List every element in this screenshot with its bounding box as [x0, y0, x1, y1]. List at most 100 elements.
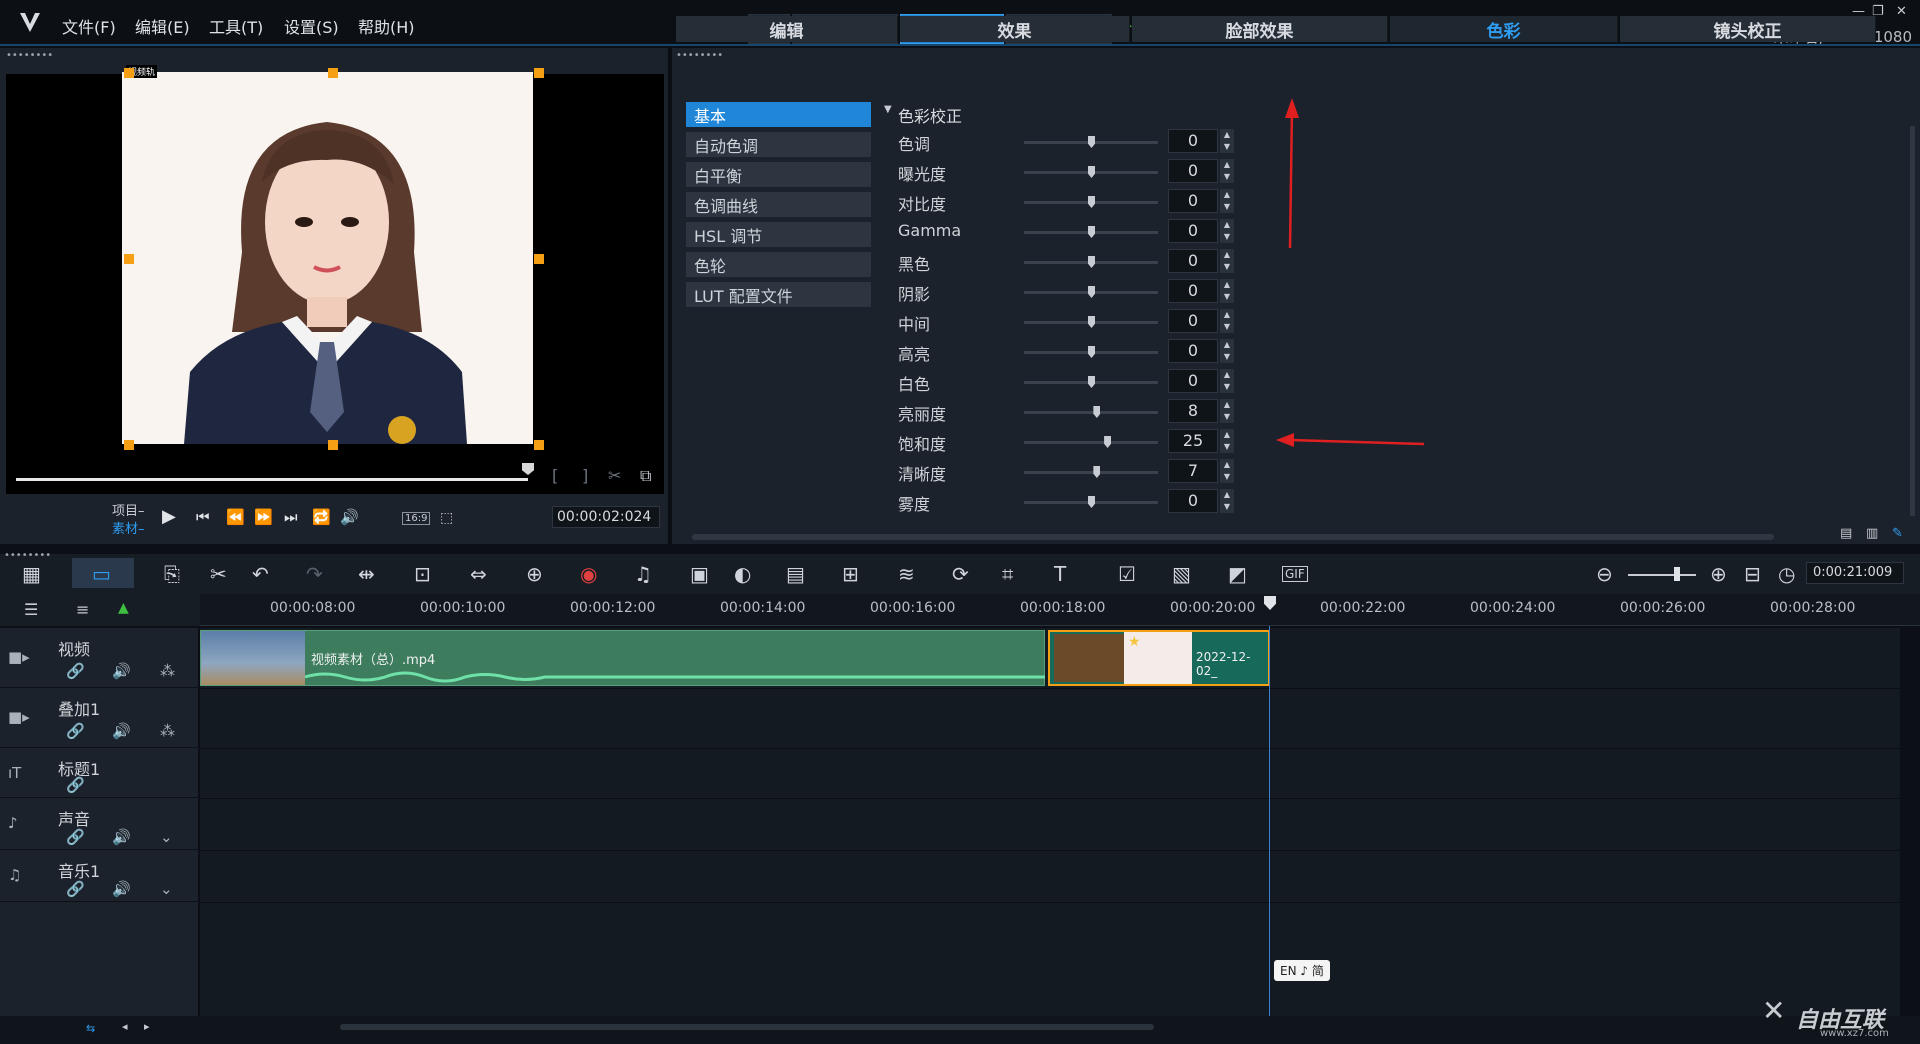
mark-out-icon[interactable]: ]	[582, 466, 588, 485]
slider-thumb[interactable]	[1088, 166, 1095, 178]
spin-button[interactable]: ▲ ▼	[1220, 459, 1234, 483]
crop-icon[interactable]: ⬚	[440, 510, 453, 526]
slider-value-field[interactable]: 7	[1168, 459, 1218, 483]
play-icon[interactable]: ▶	[162, 506, 176, 527]
clip-label[interactable]: 素材–	[112, 518, 145, 537]
mask-icon[interactable]: ▧	[1172, 562, 1191, 586]
link-icon[interactable]: 🔗	[66, 828, 85, 846]
slider-value-field[interactable]: 0	[1168, 369, 1218, 393]
timecode-field[interactable]: 00:00:02:024	[552, 506, 660, 528]
tools-icon[interactable]: ✂	[210, 562, 227, 586]
close-icon[interactable]: ✕	[1896, 4, 1907, 19]
layout-icon[interactable]: ▥	[1866, 526, 1878, 541]
slider-value-field[interactable]: 0	[1168, 279, 1218, 303]
slider-value-field[interactable]: 0	[1168, 189, 1218, 213]
resize-handle[interactable]	[328, 68, 338, 78]
category-basic[interactable]: 基本	[686, 102, 871, 127]
rotate-icon[interactable]: ⟳	[952, 562, 969, 586]
tab-face-effects[interactable]: 脸部效果	[1132, 16, 1388, 42]
volume-icon[interactable]: 🔊	[340, 508, 359, 526]
slider-track[interactable]	[1024, 256, 1158, 268]
undo-icon[interactable]: ↶	[252, 562, 269, 586]
slider-value-field[interactable]: 0	[1168, 159, 1218, 183]
spin-button[interactable]: ▲ ▼	[1220, 129, 1234, 153]
zoom-slider[interactable]	[1628, 574, 1696, 576]
gif-icon[interactable]: GIF	[1282, 566, 1308, 582]
resize-handle[interactable]	[534, 440, 544, 450]
slider-value-field[interactable]: 0	[1168, 489, 1218, 513]
track-icon[interactable]: ⌗	[1002, 562, 1013, 586]
spin-button[interactable]: ▲ ▼	[1220, 339, 1234, 363]
slider-thumb[interactable]	[1093, 406, 1101, 418]
track-music[interactable]: ♫ 音乐1 🔗 🔊 ⌄	[0, 850, 198, 902]
resize-handle[interactable]	[124, 254, 134, 264]
slider-value-field[interactable]: 25	[1168, 429, 1218, 453]
slider-track[interactable]	[1024, 436, 1158, 448]
resize-handle[interactable]	[534, 254, 544, 264]
3d-title-icon[interactable]: T	[1054, 562, 1066, 586]
slider-track[interactable]	[1024, 196, 1158, 208]
slider-thumb[interactable]	[1088, 316, 1095, 328]
zoom-thumb[interactable]	[1674, 567, 1680, 581]
track-height-icon[interactable]: ⇆	[86, 1022, 95, 1035]
blend-icon[interactable]: ◐	[734, 562, 751, 586]
spin-button[interactable]: ▲ ▼	[1220, 249, 1234, 273]
slider-track[interactable]	[1024, 166, 1158, 178]
track-overlay[interactable]: ■▸ 叠加1 🔗 🔊 ⁂	[0, 688, 198, 748]
film-icon[interactable]: ▣	[690, 562, 709, 586]
slider-track[interactable]	[1024, 136, 1158, 148]
spin-button[interactable]: ▲ ▼	[1220, 159, 1234, 183]
crop-tool-icon[interactable]: ⊕	[526, 562, 543, 586]
grid-icon[interactable]: ⊞	[842, 562, 859, 586]
spin-button[interactable]: ▲ ▼	[1220, 219, 1234, 243]
title-icon[interactable]: ▤	[786, 562, 805, 586]
slider-value-field[interactable]: 0	[1168, 309, 1218, 333]
spin-button[interactable]: ▲ ▼	[1220, 279, 1234, 303]
zoom-out-icon[interactable]: ⊖	[1596, 562, 1613, 586]
fit-icon[interactable]: ⇹	[358, 562, 375, 586]
menu-file[interactable]: 文件(F)	[62, 14, 116, 38]
menu-edit[interactable]: 编辑(E)	[135, 14, 190, 38]
split-icon[interactable]: ⇔	[470, 562, 487, 586]
record-icon[interactable]: ◉	[580, 562, 597, 586]
ime-indicator[interactable]: EN ♪ 简	[1274, 960, 1330, 981]
link-icon[interactable]: 🔗	[66, 662, 85, 680]
color-grade-icon[interactable]: ◩	[1228, 562, 1247, 586]
duration-field[interactable]: 0:00:21:009	[1806, 562, 1904, 584]
menu-settings[interactable]: 设置(S)	[284, 14, 339, 38]
resize-handle[interactable]	[534, 68, 544, 78]
scrub-bar[interactable]	[16, 478, 528, 481]
video-clip[interactable]: 视频素材（总）.mp4	[200, 630, 1045, 686]
spin-button[interactable]: ▲ ▼	[1220, 369, 1234, 393]
slider-thumb[interactable]	[1088, 496, 1095, 508]
add-track-icon[interactable]: ▲	[118, 600, 129, 616]
scroll-left-icon[interactable]: ◂	[122, 1020, 128, 1033]
link-icon[interactable]: 🔗	[66, 776, 85, 794]
slider-thumb[interactable]	[1093, 466, 1101, 478]
track-title[interactable]: ıT 标题1 🔗	[0, 748, 198, 798]
copy-icon[interactable]: ⧉	[640, 466, 651, 486]
tab-color[interactable]: 色彩	[1390, 16, 1618, 42]
track-manager-icon[interactable]: ☰	[24, 600, 38, 619]
slider-value-field[interactable]: 0	[1168, 249, 1218, 273]
audio-icon[interactable]: ♫	[634, 562, 652, 586]
tab-effects[interactable]: 效果	[900, 16, 1130, 42]
layout-icon[interactable]: ▤	[1840, 526, 1852, 541]
spin-button[interactable]: ▲ ▼	[1220, 429, 1234, 453]
vertical-scrollbar[interactable]	[1910, 126, 1915, 516]
slider-thumb[interactable]	[1088, 346, 1095, 358]
expand-icon[interactable]: ⌄	[160, 880, 173, 898]
slider-thumb[interactable]	[1088, 136, 1095, 148]
check-icon[interactable]: ☑	[1118, 562, 1136, 586]
repeat-icon[interactable]: 🔁	[312, 508, 331, 526]
paste-icon[interactable]: ⎘	[164, 562, 180, 586]
slider-value-field[interactable]: 8	[1168, 399, 1218, 423]
resize-handle[interactable]	[124, 440, 134, 450]
frame-icon[interactable]: ⊡	[414, 562, 431, 586]
collapse-icon[interactable]: ▼	[884, 104, 892, 115]
mute-icon[interactable]: 🔊	[112, 880, 131, 898]
ripple-icon[interactable]: ⁂	[160, 722, 175, 740]
edit-icon[interactable]: ✎	[1892, 526, 1903, 541]
start-icon[interactable]: ⏮	[196, 508, 210, 526]
tab-lens-correction[interactable]: 镜头校正	[1620, 16, 1876, 42]
